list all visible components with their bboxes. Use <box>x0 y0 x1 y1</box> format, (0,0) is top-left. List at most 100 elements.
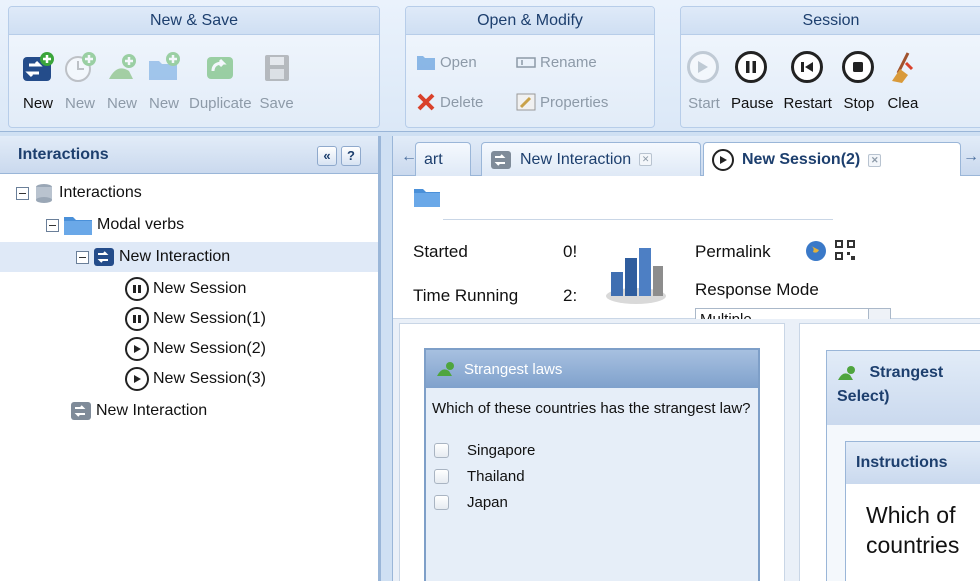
tree-label: New Session <box>153 280 247 297</box>
tab-new-session-2[interactable]: New Session(2) ✕ <box>703 142 961 177</box>
open-label: Open <box>440 53 477 71</box>
checkbox[interactable] <box>434 494 449 510</box>
tree-item-session[interactable]: New Session <box>0 274 378 304</box>
restart-icon <box>790 51 825 85</box>
session-panel: ← art New Interaction ✕ New Session(2) ✕… <box>392 136 980 581</box>
pause-button[interactable]: Pause <box>731 51 774 112</box>
scroll-tabs-right-icon[interactable]: → <box>963 148 979 166</box>
close-tab-icon[interactable]: ✕ <box>868 153 882 167</box>
pause-session-icon <box>125 307 149 331</box>
question-area: Strangest laws Which of these countries … <box>393 319 980 581</box>
preview-header: Strangest Select) <box>827 351 980 425</box>
tree-item-new-interaction-2[interactable]: New Interaction <box>0 396 378 426</box>
stop-label: Stop <box>843 95 875 112</box>
properties-label: Properties <box>540 93 609 111</box>
start-label: Start <box>688 95 720 112</box>
option-label: Singapore <box>467 441 536 459</box>
tree-label: New Interaction <box>96 402 208 419</box>
new-folder-button[interactable]: New <box>147 51 181 112</box>
tree-item-session-2[interactable]: New Session(2) <box>0 334 378 364</box>
tree-label: New Session(3) <box>153 370 266 387</box>
stop-icon <box>841 51 876 85</box>
pause-session-icon <box>125 277 149 301</box>
broom-icon <box>886 51 920 85</box>
delete-x-icon <box>416 93 436 111</box>
restart-label: Restart <box>783 95 832 112</box>
interaction-icon <box>70 400 92 422</box>
group-title-open-modify: Open & Modify <box>406 7 654 35</box>
permalink-label: Permalink <box>695 242 771 261</box>
globe-icon[interactable] <box>805 240 827 262</box>
new-group-button[interactable]: New <box>105 51 139 112</box>
option-label: Thailand <box>467 467 525 485</box>
tree-item-interactions-root[interactable]: Interactions <box>0 178 378 208</box>
panel-title: Interactions <box>18 145 109 163</box>
interactions-panel-header: Interactions « ? <box>0 136 378 174</box>
new-folder-icon <box>147 51 181 85</box>
new-group-label: New <box>106 95 137 112</box>
delete-label: Delete <box>440 93 484 111</box>
checkbox[interactable] <box>434 442 449 458</box>
duplicate-icon <box>203 51 237 85</box>
option-japan[interactable]: Japan <box>426 489 758 515</box>
tree-label: New Session(2) <box>153 340 266 357</box>
delete-button[interactable]: Delete <box>416 93 483 111</box>
question-column-right: Strangest Select) Instructions Which of … <box>799 323 980 581</box>
pause-label: Pause <box>731 95 774 112</box>
question-card-title: Strangest laws <box>464 360 563 378</box>
restart-button[interactable]: Restart <box>784 51 832 112</box>
tab-start[interactable]: art <box>415 142 471 176</box>
rename-button[interactable]: Rename <box>516 53 597 71</box>
preview-question-line1: Which of <box>866 502 956 528</box>
duplicate-button[interactable]: Duplicate <box>189 51 252 112</box>
group-icon <box>436 361 456 377</box>
tab-session-label: New Session(2) <box>742 151 861 168</box>
close-glyph: ✕ <box>870 154 879 165</box>
help-icon: ? <box>347 148 355 163</box>
save-label: Save <box>259 95 294 112</box>
collapse-panel-button[interactable]: « <box>317 146 337 166</box>
new-button[interactable]: New <box>21 51 55 112</box>
tree-item-new-interaction[interactable]: New Interaction <box>0 242 378 272</box>
stop-button[interactable]: Stop <box>841 51 876 112</box>
group-title-session: Session <box>681 7 980 35</box>
collapse-toggle-icon[interactable] <box>16 186 29 200</box>
database-icon <box>33 182 55 204</box>
tab-new-interaction[interactable]: New Interaction ✕ <box>481 142 701 176</box>
option-singapore[interactable]: Singapore <box>426 437 758 463</box>
open-folder-icon <box>416 53 436 71</box>
new-timer-icon <box>63 51 97 85</box>
tab-interaction-label: New Interaction <box>520 150 632 168</box>
statistics-chart-icon[interactable] <box>601 236 671 306</box>
collapse-icon: « <box>323 148 331 163</box>
new-group-icon <box>105 51 139 85</box>
play-icon <box>687 51 721 85</box>
interaction-icon <box>490 149 512 171</box>
start-button[interactable]: Start <box>687 51 721 112</box>
close-glyph: ✕ <box>641 154 650 164</box>
option-thailand[interactable]: Thailand <box>426 463 758 489</box>
collapse-toggle-icon[interactable] <box>76 250 89 264</box>
tree-item-modal-verbs[interactable]: Modal verbs <box>0 210 378 240</box>
right-arrow-glyph: → <box>963 148 979 165</box>
new-timer-button[interactable]: New <box>63 51 97 112</box>
save-icon <box>260 51 294 85</box>
checkbox[interactable] <box>434 468 449 484</box>
collapse-toggle-icon[interactable] <box>46 218 59 232</box>
open-button[interactable]: Open <box>416 53 477 71</box>
tree-item-session-3[interactable]: New Session(3) <box>0 364 378 394</box>
save-button[interactable]: Save <box>260 51 294 112</box>
close-tab-icon[interactable]: ✕ <box>639 153 653 166</box>
help-button[interactable]: ? <box>341 146 361 166</box>
tree-label: New Interaction <box>119 248 231 265</box>
session-group: Session Start Pause Restart Stop Clea <box>680 6 980 128</box>
pause-icon <box>735 51 769 85</box>
tree-item-session-1[interactable]: New Session(1) <box>0 304 378 334</box>
instructions-header: Instructions <box>846 442 980 484</box>
question-column-left: Strangest laws Which of these countries … <box>399 323 785 581</box>
qr-code-icon[interactable] <box>835 240 855 260</box>
response-mode-label: Response Mode <box>695 280 819 299</box>
properties-button[interactable]: Properties <box>516 93 608 111</box>
clear-button[interactable]: Clea <box>886 51 920 112</box>
started-label: Started <box>413 242 468 261</box>
